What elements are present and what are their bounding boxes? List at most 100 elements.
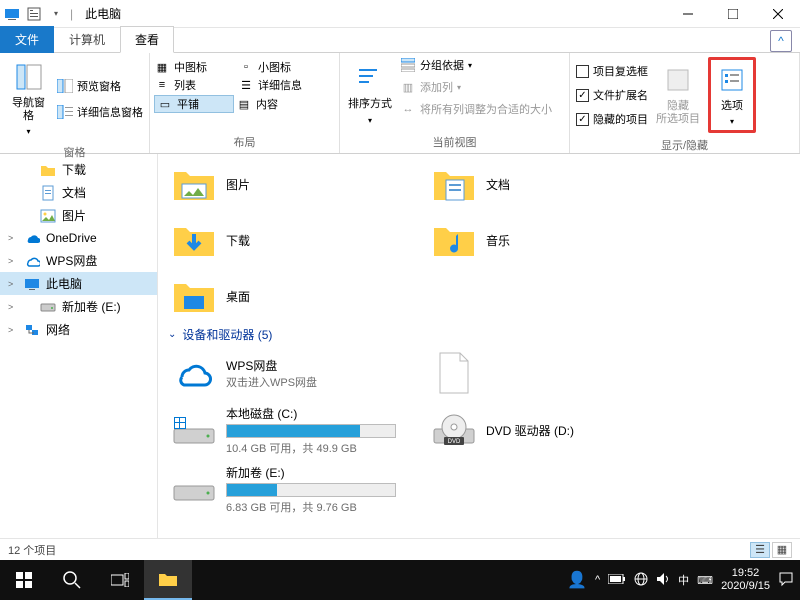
music-folder-icon <box>430 216 478 264</box>
ribbon-help-button[interactable]: ^ <box>770 30 792 52</box>
drive-tile[interactable]: WPS网盘双击进入WPS网盘 <box>168 347 408 399</box>
hidden-items-toggle[interactable]: ✓隐藏的项目 <box>576 111 648 127</box>
clock[interactable]: 19:52 2020/9/15 <box>721 567 770 593</box>
expand-icon[interactable]: > <box>8 279 18 289</box>
close-button[interactable] <box>755 0 800 28</box>
network-icon[interactable] <box>634 572 648 589</box>
tab-file[interactable]: 文件 <box>0 26 54 53</box>
system-tray[interactable]: 👤 ^ 中 ⌨ 19:52 2020/9/15 <box>567 567 800 593</box>
ribbon: 导航窗格 ▾ 预览窗格 详细信息窗格 窗格 ▦中图标 ▫小图标 ≡列表 ☰详细信… <box>0 52 800 154</box>
dvd-icon: DVD <box>430 407 478 455</box>
tab-view[interactable]: 查看 <box>120 26 174 53</box>
maximize-button[interactable] <box>710 0 755 28</box>
details-pane-button[interactable]: 详细信息窗格 <box>57 104 143 120</box>
groupby-button[interactable]: 分组依据 ▾ <box>400 57 552 73</box>
sort-button[interactable]: 排序方式▾ <box>346 57 394 130</box>
app-icon <box>4 6 20 22</box>
explorer-taskbar-button[interactable] <box>144 560 192 600</box>
taskview-button[interactable] <box>96 560 144 600</box>
options-button[interactable]: 选项▾ <box>708 57 756 133</box>
autofit-button[interactable]: ↔将所有列调整为合适的大小 <box>400 101 552 117</box>
qat-dropdown-icon[interactable]: ▾ <box>48 6 64 22</box>
nav-label: 新加卷 (E:) <box>62 298 121 315</box>
nav-item[interactable]: 图片 <box>0 204 157 227</box>
battery-icon[interactable] <box>608 574 626 587</box>
drive-tile[interactable]: 新加卷 (E:)6.83 GB 可用，共 9.76 GB <box>168 462 408 517</box>
preview-pane-button[interactable]: 预览窗格 <box>57 78 143 94</box>
cloud-icon <box>24 253 40 269</box>
ime-indicator[interactable]: 中 <box>678 572 689 588</box>
nav-item[interactable]: > 新加卷 (E:) <box>0 295 157 318</box>
tray-chevron-icon[interactable]: ^ <box>595 574 600 586</box>
cloud-icon <box>170 349 218 397</box>
content-icon: ▤ <box>236 96 252 112</box>
hide-selected-button[interactable]: 隐藏所选项目 <box>654 57 702 133</box>
nav-item[interactable]: > OneDrive <box>0 227 157 249</box>
layout-medium[interactable]: ▦中图标 <box>154 59 236 75</box>
layout-small[interactable]: ▫小图标 <box>238 59 320 75</box>
group-header-devices[interactable]: ⌄ 设备和驱动器 (5) <box>168 326 790 343</box>
window-title: 此电脑 <box>85 5 121 22</box>
hide-icon <box>662 64 694 96</box>
nav-pane-button[interactable]: 导航窗格 ▾ <box>6 57 51 140</box>
people-icon[interactable]: 👤 <box>567 570 587 590</box>
expand-icon[interactable]: > <box>8 302 18 312</box>
ribbon-tabs: 文件 计算机 查看 ^ <box>0 28 800 52</box>
svg-text:DVD: DVD <box>448 439 461 445</box>
drive-tile[interactable]: DVD DVD 驱动器 (D:) <box>428 403 668 458</box>
folder-tile[interactable]: 下载 <box>168 214 408 266</box>
onedrive-icon <box>24 230 40 246</box>
tile-name: 文档 <box>486 176 510 193</box>
addcols-button[interactable]: ▥添加列 ▾ <box>400 79 552 95</box>
layout-list[interactable]: ≡列表 <box>154 77 236 93</box>
downloads-folder-icon <box>170 216 218 264</box>
tiles-icon: ▭ <box>157 96 173 112</box>
view-details-button[interactable]: ☰ <box>750 542 770 558</box>
navigation-tree[interactable]: 下载文档图片>OneDrive>WPS网盘>此电脑>新加卷 (E:)>网络 <box>0 154 158 538</box>
minimize-button[interactable] <box>665 0 710 28</box>
status-bar: 12 个项目 ☰ ▦ <box>0 538 800 560</box>
layout-content[interactable]: ▤内容 <box>236 95 318 113</box>
content-pane[interactable]: 图片文档下载音乐桌面 ⌄ 设备和驱动器 (5) WPS网盘双击进入WPS网盘本地… <box>158 154 800 538</box>
list-icon: ≡ <box>154 77 170 93</box>
tab-computer[interactable]: 计算机 <box>54 26 120 53</box>
drive-tile[interactable] <box>428 347 668 399</box>
ime-mode-icon[interactable]: ⌨ <box>697 574 713 587</box>
tile-name: 本地磁盘 (C:) <box>226 405 396 422</box>
nav-item[interactable]: 下载 <box>0 158 157 181</box>
nav-item[interactable]: 文档 <box>0 181 157 204</box>
action-center-button[interactable] <box>778 571 794 590</box>
file-extensions-toggle[interactable]: ✓文件扩展名 <box>576 87 648 103</box>
preview-pane-icon <box>57 78 73 94</box>
expand-icon[interactable]: > <box>8 256 18 266</box>
qat-props-icon[interactable] <box>26 6 42 22</box>
tile-name: 下载 <box>226 232 250 249</box>
folder-tile[interactable]: 桌面 <box>168 270 408 322</box>
expand-icon[interactable]: > <box>8 325 18 335</box>
nav-item[interactable]: > 网络 <box>0 318 157 341</box>
drive-tile[interactable]: 本地磁盘 (C:)10.4 GB 可用，共 49.9 GB <box>168 403 408 458</box>
layout-details[interactable]: ☰详细信息 <box>238 77 320 93</box>
net-icon <box>24 322 40 338</box>
folder-icon <box>40 162 56 178</box>
expand-icon[interactable]: > <box>8 233 18 243</box>
search-button[interactable] <box>48 560 96 600</box>
medium-icons-icon: ▦ <box>154 59 170 75</box>
volume-icon[interactable] <box>656 572 670 589</box>
nav-label: OneDrive <box>46 231 97 245</box>
chevron-down-icon: ⌄ <box>168 329 176 340</box>
tile-name: DVD 驱动器 (D:) <box>486 422 574 439</box>
start-button[interactable] <box>0 560 48 600</box>
nav-pane-icon <box>13 61 45 93</box>
nav-label: 网络 <box>46 321 70 338</box>
nav-item[interactable]: >此电脑 <box>0 272 157 295</box>
layout-tiles[interactable]: ▭平铺 <box>154 95 234 113</box>
view-tiles-button[interactable]: ▦ <box>772 542 792 558</box>
folder-tile[interactable]: 音乐 <box>428 214 668 266</box>
folder-tile[interactable]: 图片 <box>168 158 408 210</box>
nav-item[interactable]: >WPS网盘 <box>0 249 157 272</box>
item-checkboxes-toggle[interactable]: 项目复选框 <box>576 63 648 79</box>
usage-bar <box>226 424 396 438</box>
tile-name: 桌面 <box>226 288 250 305</box>
folder-tile[interactable]: 文档 <box>428 158 668 210</box>
